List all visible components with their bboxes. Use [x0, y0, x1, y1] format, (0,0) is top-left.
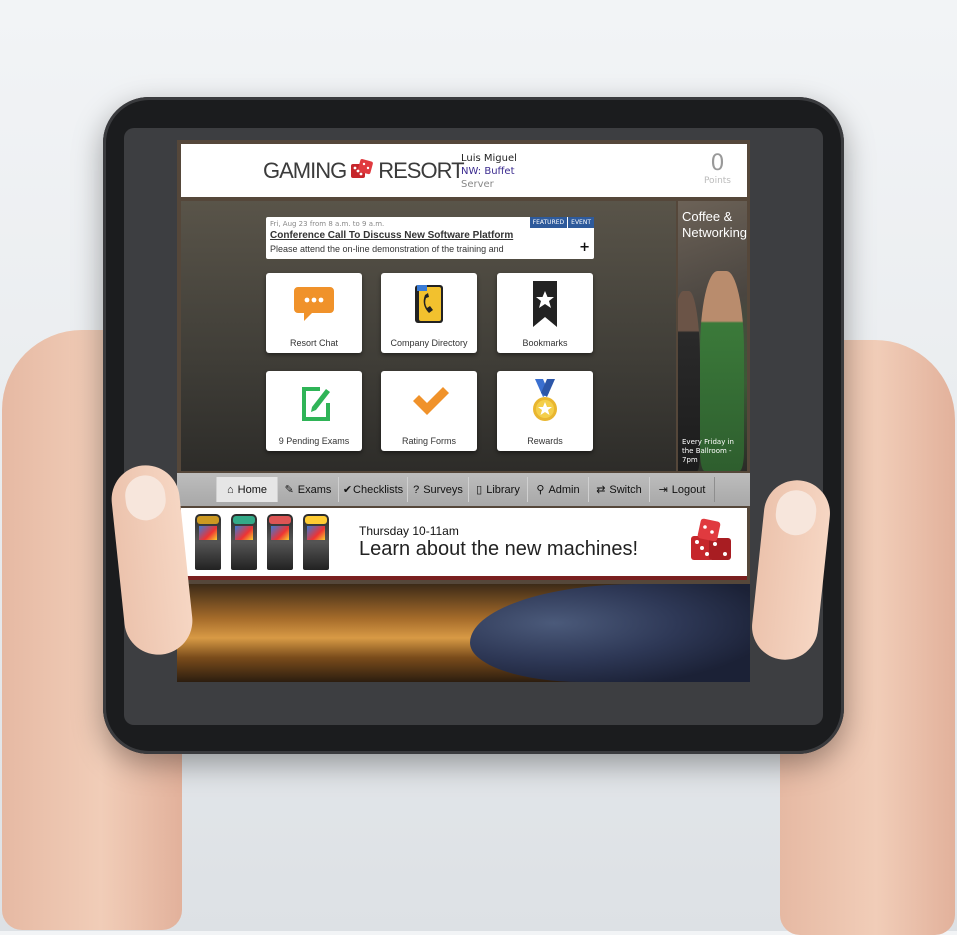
logo-text-right: RESORT — [378, 158, 464, 183]
document-icon: ▯ — [476, 484, 483, 496]
user-name: Luis Miguel — [461, 153, 517, 164]
promo-title: Coffee & Networking — [682, 209, 747, 240]
tile-rating-forms[interactable]: Rating Forms — [381, 371, 477, 451]
banner-headline: Learn about the new machines! — [359, 538, 639, 560]
slot-machine-icon — [195, 514, 221, 570]
question-icon: ? — [413, 483, 420, 496]
user-info[interactable]: Luis Miguel NW: Buffet Server — [461, 152, 517, 191]
event-title[interactable]: Conference Call To Discuss New Software … — [270, 230, 513, 241]
nav-label: Logout — [671, 483, 706, 496]
bookmark-star-icon — [533, 281, 557, 327]
nav-surveys[interactable]: ? Surveys — [407, 477, 469, 502]
points-value: 0 — [710, 151, 725, 176]
nav-library[interactable]: ▯ Library — [468, 477, 528, 502]
promo-footer: Every Friday in the Ballroom - 7pm — [682, 438, 734, 464]
logo-text-left: GAMING — [263, 158, 347, 183]
app-header: GAMING RESORT Luis Miguel NW: Buffet Ser… — [181, 144, 747, 197]
chat-bubble-icon — [294, 287, 334, 321]
nav-exams[interactable]: ✎ Exams — [277, 477, 339, 502]
home-icon: ⌂ — [227, 483, 234, 496]
tile-resort-chat[interactable]: Resort Chat — [266, 273, 362, 353]
nav-label: Switch — [609, 483, 642, 496]
machines-banner[interactable]: Thursday 10-11am Learn about the new mac… — [181, 508, 747, 580]
pin-icon: ⚲ — [536, 484, 545, 496]
edit-note-icon — [302, 387, 330, 421]
phone-book-icon — [415, 285, 443, 323]
nav-label: Checklists — [353, 483, 404, 496]
rocks-scenery — [470, 584, 750, 682]
event-badges: FEATURED EVENT — [529, 217, 594, 228]
coffee-networking-promo[interactable]: Coffee & Networking Every Friday in the … — [678, 201, 747, 471]
scenery-background — [177, 584, 750, 682]
slot-machines-image — [195, 514, 329, 570]
switch-icon: ⇄ — [596, 484, 606, 496]
dice-logo-icon — [351, 159, 374, 178]
dashboard-panel: Fri, Aug 23 from 8 a.m. to 9 a.m. Confer… — [181, 201, 676, 471]
tile-label: Bookmarks — [522, 338, 568, 348]
user-department: NW: Buffet — [461, 166, 515, 177]
featured-event-card[interactable]: Fri, Aug 23 from 8 a.m. to 9 a.m. Confer… — [266, 217, 594, 259]
slot-machine-icon — [267, 514, 293, 570]
tile-rewards[interactable]: Rewards — [497, 371, 593, 451]
tile-pending-exams[interactable]: 9 Pending Exams — [266, 371, 362, 451]
resort-logo[interactable]: GAMING RESORT — [263, 158, 465, 184]
logout-icon: ⇥ — [658, 484, 668, 496]
nav-logout[interactable]: ⇥ Logout — [649, 477, 715, 502]
expand-plus-icon[interactable]: + — [579, 240, 590, 255]
event-description: Please attend the on-line demonstration … — [270, 244, 504, 254]
banner-subtitle: Thursday 10-11am — [359, 524, 459, 538]
nav-label: Exams — [297, 483, 332, 496]
nav-checklists[interactable]: ✔ Checklists — [338, 477, 408, 502]
slot-machine-icon — [231, 514, 257, 570]
nav-label: Home — [237, 483, 267, 496]
tile-company-directory[interactable]: Company Directory — [381, 273, 477, 353]
event-badge: EVENT — [568, 217, 594, 228]
user-role: Server — [461, 179, 494, 190]
nav-switch[interactable]: ⇄ Switch — [588, 477, 650, 502]
slot-machine-icon — [303, 514, 329, 570]
featured-badge: FEATURED — [529, 217, 568, 228]
main-nav-bar: ⌂ Home ✎ Exams ✔ Checklists ? Surveys ▯ Libra… — [177, 473, 750, 506]
medal-icon — [533, 379, 557, 421]
tile-label: Rating Forms — [401, 436, 456, 446]
tile-label: 9 Pending Exams — [278, 436, 350, 446]
tile-label: Resort Chat — [289, 338, 339, 348]
dice-icon — [691, 518, 731, 560]
nav-home[interactable]: ⌂ Home — [216, 477, 278, 502]
points-label: Points — [703, 176, 731, 186]
nav-label: Admin — [548, 483, 580, 496]
tile-label: Rewards — [527, 436, 563, 446]
edit-icon: ✎ — [284, 484, 294, 496]
event-date: Fri, Aug 23 from 8 a.m. to 9 a.m. — [270, 220, 385, 228]
tile-label: Company Directory — [390, 338, 468, 348]
nav-label: Surveys — [423, 483, 463, 496]
app-screen: GAMING RESORT Luis Miguel NW: Buffet Ser… — [177, 140, 750, 682]
tile-bookmarks[interactable]: Bookmarks — [497, 273, 593, 353]
nav-admin[interactable]: ⚲ Admin — [527, 477, 589, 502]
checkmark-icon — [413, 387, 449, 415]
nav-label: Library — [486, 483, 520, 496]
check-icon: ✔ — [342, 484, 353, 496]
points-counter[interactable]: 0 Points — [703, 151, 731, 187]
